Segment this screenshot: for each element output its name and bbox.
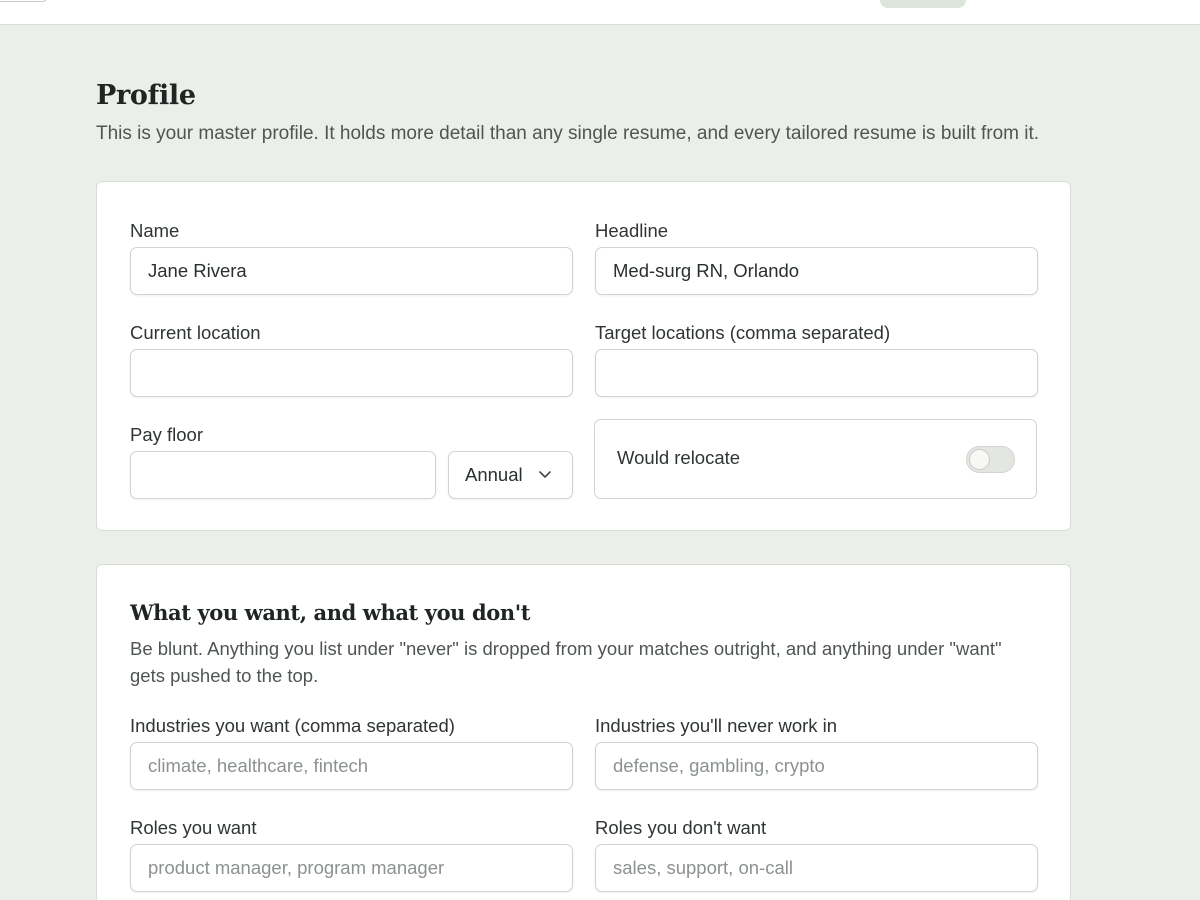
roles-dont-want-label: Roles you don't want [595,817,767,838]
name-input[interactable] [130,247,573,295]
profile-basics-card: Name Headline Current location Target lo… [96,181,1071,531]
preferences-card: What you want, and what you don't Be blu… [96,564,1071,900]
industries-want-label: Industries you want (comma separated) [130,715,455,736]
toggle-knob [969,449,990,470]
pay-period-selected-value: Annual [465,464,523,485]
chevron-down-icon [539,471,551,478]
industries-never-input[interactable] [595,742,1038,790]
target-locations-input[interactable] [595,349,1038,397]
industries-never-label: Industries you'll never work in [595,715,838,736]
current-location-input[interactable] [130,349,573,397]
roles-dont-want-input[interactable] [595,844,1038,892]
relocate-label: Would relocate [617,447,741,468]
target-locations-label: Target locations (comma separated) [595,322,891,343]
page-subtitle: This is your master profile. It holds mo… [96,123,1040,144]
name-label: Name [130,220,180,241]
current-location-label: Current location [130,322,261,343]
nav-active-tab[interactable] [880,0,966,8]
industries-want-input[interactable] [130,742,573,790]
pay-floor-input[interactable] [130,451,436,499]
page-title: Profile [96,80,196,111]
pay-floor-label: Pay floor [130,424,204,445]
relocate-toggle[interactable] [966,446,1015,473]
top-nav-bar [0,0,1200,25]
nav-button[interactable] [0,0,48,2]
relocate-toggle-row: Would relocate [594,419,1037,499]
roles-want-label: Roles you want [130,817,257,838]
roles-want-input[interactable] [130,844,573,892]
preferences-description: Be blunt. Anything you list under "never… [130,638,1002,686]
headline-input[interactable] [595,247,1038,295]
pay-period-select[interactable]: Annual [448,451,573,499]
headline-label: Headline [595,220,669,241]
preferences-title: What you want, and what you don't [130,600,531,625]
